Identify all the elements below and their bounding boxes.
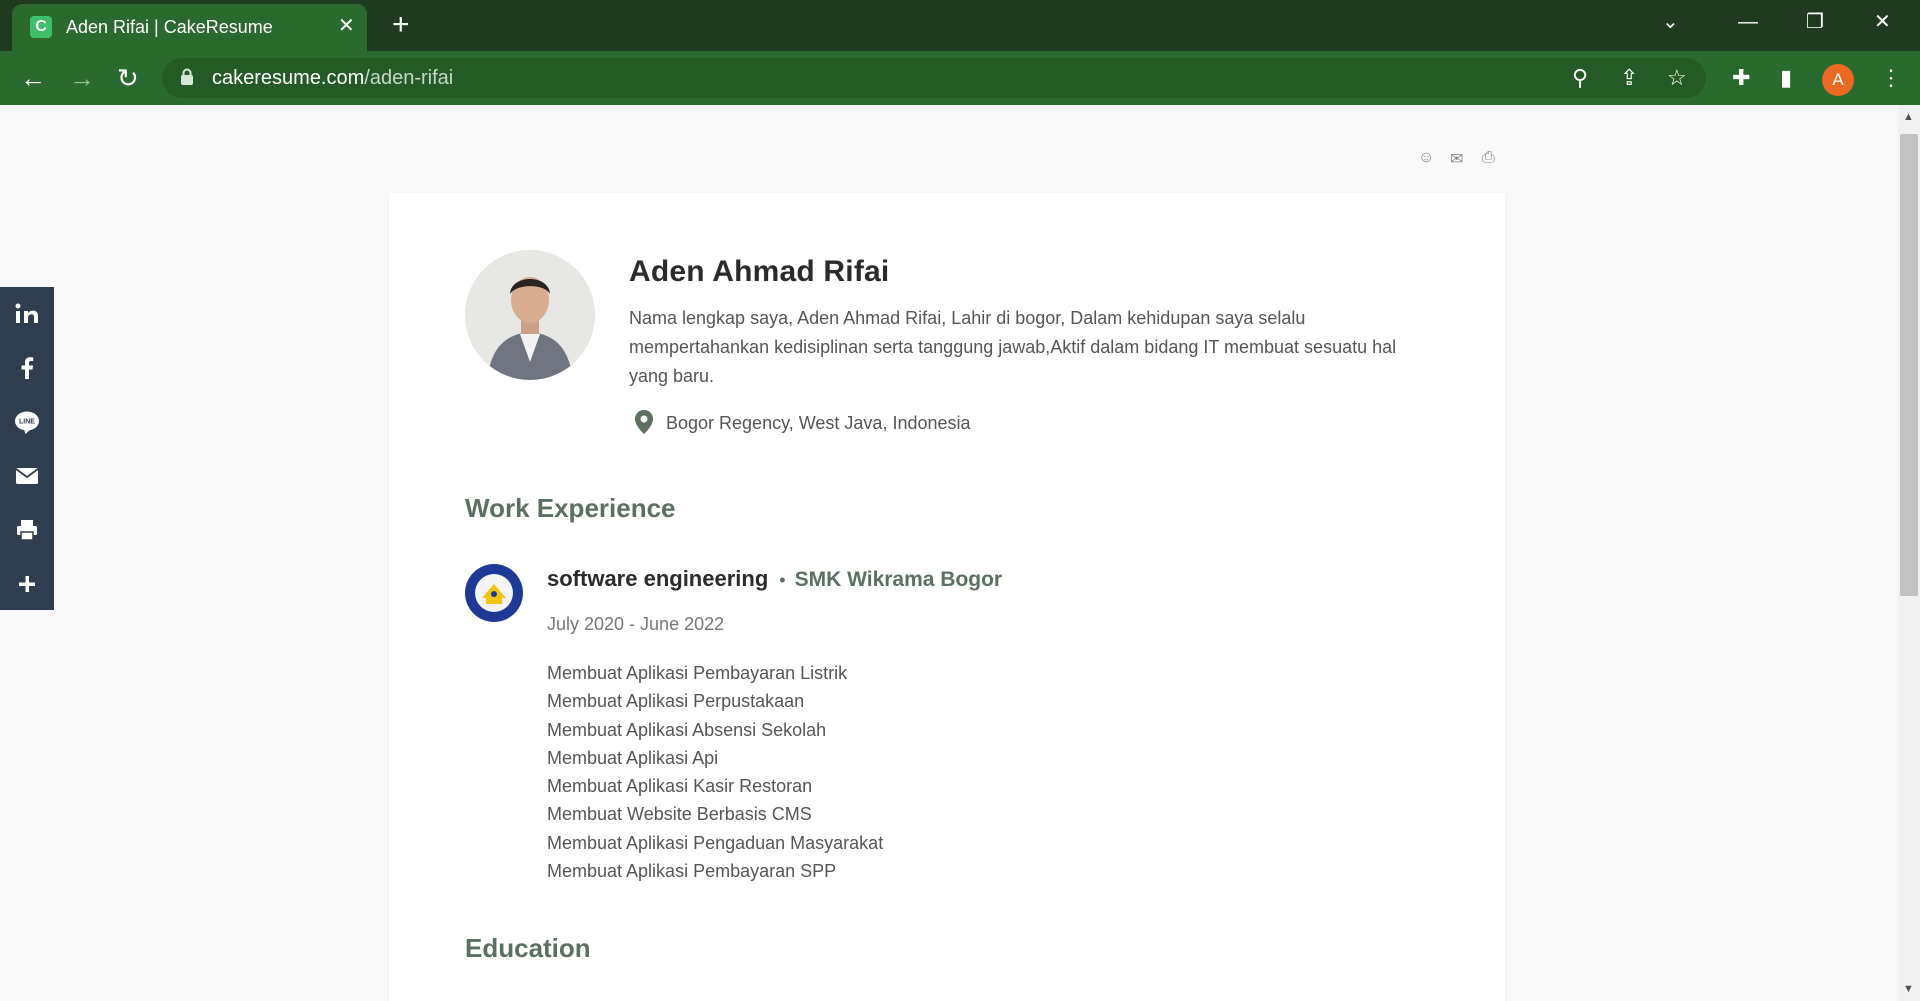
reload-icon[interactable]: ↻ bbox=[117, 63, 139, 93]
zoom-icon[interactable]: ⚲ bbox=[1572, 66, 1588, 90]
avatar bbox=[465, 250, 595, 380]
list-item: Membuat Website Berbasis CMS bbox=[547, 804, 812, 825]
url-text: cakeresume.com/aden-rifai bbox=[212, 67, 453, 90]
share-icon[interactable]: ⇪ bbox=[1620, 66, 1638, 90]
list-item: Membuat Aplikasi Pembayaran SPP bbox=[547, 861, 837, 882]
line-icon-label: LINE bbox=[19, 419, 35, 426]
page-viewport: ☺ ✉ ⎙ Aden Ahmad Rifai Nama lengkap saya… bbox=[0, 105, 1898, 1001]
page-scrollbar[interactable]: ▲ ▼ bbox=[1898, 105, 1920, 1001]
share-sidebar: LINE bbox=[0, 287, 54, 610]
forward-icon[interactable]: → bbox=[69, 63, 95, 93]
cakeresume-favicon-icon: C bbox=[30, 16, 52, 38]
resume-top-actions: ☺ ✉ ⎙ bbox=[1418, 149, 1498, 173]
minimize-icon[interactable]: — bbox=[1738, 8, 1758, 36]
linkedin-icon bbox=[15, 303, 38, 323]
browser-tab[interactable]: C Aden Rifai | CakeResume ✕ bbox=[12, 4, 367, 51]
location-text: Bogor Regency, West Java, Indonesia bbox=[666, 413, 971, 433]
tab-close-icon[interactable]: ✕ bbox=[338, 15, 355, 37]
close-window-icon[interactable]: ✕ bbox=[1874, 8, 1891, 36]
address-bar[interactable]: cakeresume.com/aden-rifai ⚲ ⇪ ☆ bbox=[162, 58, 1706, 98]
company-link[interactable]: SMK Wikrama Bogor bbox=[795, 568, 1003, 591]
work-experience-title: Work Experience bbox=[465, 493, 676, 523]
url-host: cakeresume.com bbox=[212, 67, 365, 89]
restore-icon[interactable]: ❐ bbox=[1806, 8, 1824, 36]
list-item: Membuat Aplikasi Pembayaran Listrik bbox=[547, 663, 848, 683]
list-item: Membuat Aplikasi Pengaduan Masyarakat bbox=[547, 832, 884, 853]
message-icon[interactable]: ✉ bbox=[1450, 149, 1463, 169]
browser-tabstrip: C Aden Rifai | CakeResume ✕ + ⌄ — ❐ ✕ bbox=[0, 0, 1920, 51]
more-share-button[interactable] bbox=[0, 557, 54, 611]
side-panel-icon[interactable]: ▮ bbox=[1780, 64, 1792, 92]
email-share-button[interactable] bbox=[0, 449, 54, 503]
facebook-share-button[interactable] bbox=[0, 341, 54, 395]
bookmark-star-icon[interactable]: ☆ bbox=[1667, 66, 1687, 90]
extensions-puzzle-icon[interactable]: ✚ bbox=[1732, 64, 1750, 92]
job-header: software engineering • SMK Wikrama Bogor bbox=[547, 566, 1002, 592]
list-item: Membuat Aplikasi Api bbox=[547, 747, 719, 768]
line-icon: LINE bbox=[15, 411, 39, 434]
plus-icon bbox=[19, 576, 35, 592]
scroll-up-arrow-icon[interactable]: ▲ bbox=[1903, 111, 1914, 123]
profile-bio: Nama lengkap saya, Aden Ahmad Rifai, Lah… bbox=[629, 308, 1397, 386]
url-path: /aden-rifai bbox=[364, 67, 454, 89]
person-icon[interactable]: ☺ bbox=[1418, 149, 1434, 167]
new-tab-icon[interactable]: + bbox=[392, 9, 410, 41]
menu-kebab-icon[interactable]: ⋮ bbox=[1880, 64, 1902, 92]
print-icon[interactable]: ⎙ bbox=[1482, 149, 1495, 167]
job-duties-list: Membuat Aplikasi Pembayaran Listrik Memb… bbox=[547, 659, 883, 885]
list-item: Membuat Aplikasi Kasir Restoran bbox=[547, 776, 813, 797]
print-share-button[interactable] bbox=[0, 503, 54, 557]
scrollbar-thumb[interactable] bbox=[1900, 134, 1918, 596]
avatar-photo-icon bbox=[465, 250, 595, 380]
job-title: software engineering bbox=[547, 566, 769, 591]
back-icon[interactable]: ← bbox=[20, 63, 46, 93]
line-share-button[interactable]: LINE bbox=[0, 395, 54, 449]
education-title: Education bbox=[465, 933, 591, 963]
company-logo bbox=[465, 564, 523, 622]
lock-icon bbox=[181, 68, 193, 85]
tab-search-chevron-icon[interactable]: ⌄ bbox=[1662, 8, 1679, 36]
resume-card: Aden Ahmad Rifai Nama lengkap saya, Aden… bbox=[389, 193, 1505, 1001]
tab-title: Aden Rifai | CakeResume bbox=[66, 17, 273, 37]
profile-name: Aden Ahmad Rifai bbox=[629, 255, 890, 288]
list-item: Membuat Aplikasi Absensi Sekolah bbox=[547, 719, 827, 740]
school-emblem-icon bbox=[466, 565, 522, 621]
mail-icon bbox=[15, 468, 39, 484]
list-item: Membuat Aplikasi Perpustakaan bbox=[547, 691, 805, 712]
job-dates: July 2020 - June 2022 bbox=[547, 614, 725, 634]
print-icon bbox=[17, 520, 37, 541]
scroll-down-arrow-icon[interactable]: ▼ bbox=[1903, 983, 1914, 995]
map-pin-icon bbox=[635, 410, 653, 434]
browser-toolbar: ← → ↻ cakeresume.com/aden-rifai ⚲ ⇪ ☆ ✚ … bbox=[0, 51, 1920, 105]
facebook-icon bbox=[21, 357, 34, 379]
profile-avatar[interactable]: A bbox=[1822, 64, 1854, 96]
separator-dot: • bbox=[779, 570, 786, 590]
linkedin-share-button[interactable] bbox=[0, 287, 54, 341]
